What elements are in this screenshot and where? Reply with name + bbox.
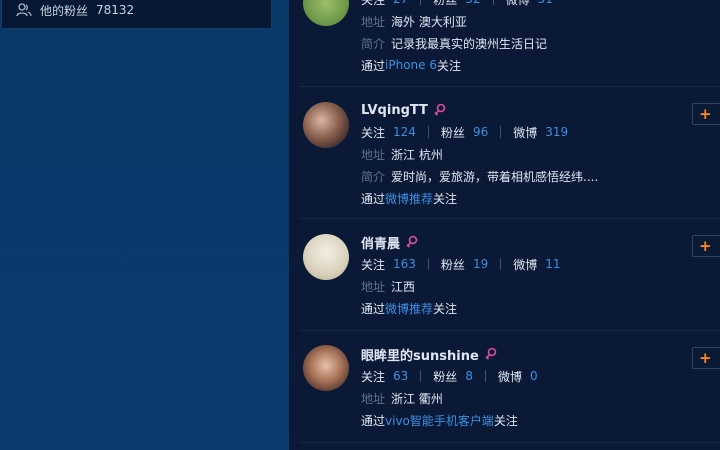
list-item: 关注 27 粉丝 52 微博 51 地址 海外 澳大利亚 简介 记录我最真实的澳… [291,0,720,87]
via-row: 通过 iPhone 6 关注 [361,54,720,76]
divider [492,0,494,5]
plus-icon: + [699,348,712,367]
people-icon [16,3,32,17]
stats-row: 关注 63 粉丝 8 微博 0 [361,365,720,387]
weibo-count[interactable]: 11 [545,257,560,271]
via-prefix: 通过 [361,301,386,316]
address-label: 地址 [361,279,386,294]
stats-row: 关注 163 粉丝 19 微博 11 [361,253,720,275]
bio-label: 简介 [361,169,386,184]
weibo-count[interactable]: 51 [538,0,553,6]
follow-label: 关注 [361,0,385,8]
weibo-label: 微博 [513,125,538,140]
fans-label: 粉丝 [433,369,458,384]
follow-count[interactable]: 124 [393,125,416,139]
weibo-count[interactable]: 0 [530,369,538,383]
address-value: 浙江 杭州 [391,147,443,162]
bio-value: 爱时尚，爱旅游，带着相机感悟经纬.... [391,169,599,184]
fans-nav-item[interactable]: 他的粉丝 78132 [1,0,272,29]
avatar[interactable] [303,345,349,391]
address-row: 地址 江西 [361,275,720,297]
via-row: 通过 微博推荐 关注 [361,187,720,209]
female-icon [406,235,418,249]
address-row: 地址 浙江 衢州 [361,387,720,409]
divider [299,442,720,443]
via-prefix: 通过 [361,58,386,73]
weibo-count[interactable]: 319 [545,125,568,139]
address-label: 地址 [361,147,386,162]
avatar[interactable] [303,102,349,148]
via-prefix: 通过 [361,191,386,206]
left-sidebar: 他的粉丝 78132 [0,0,289,450]
follow-label: 关注 [361,369,386,384]
fans-label: 粉丝 [440,257,465,272]
address-label: 地址 [361,391,386,406]
female-icon [485,347,497,361]
follow-button[interactable]: + [692,235,720,257]
fans-count: 78132 [96,3,135,17]
female-icon [434,103,446,117]
address-value: 海外 澳大利亚 [391,14,467,29]
list-item: 俏青晨 关注 163 粉丝 19 微博 11 地址 江西 通过 微博推荐 关注 … [291,219,720,331]
fans-label: 粉丝 [440,125,465,140]
avatar[interactable] [303,0,349,26]
follow-button[interactable]: + [692,347,720,369]
address-label: 地址 [361,14,386,29]
via-row: 通过 vivo智能手机客户端 关注 [361,409,720,431]
weibo-label: 微博 [497,369,522,384]
follow-label: 关注 [361,125,386,140]
avatar[interactable] [303,234,349,280]
plus-icon: + [699,236,712,255]
divider [427,126,429,138]
fans-label: 粉丝 [433,0,457,8]
follow-count[interactable]: 163 [393,257,416,271]
list-item: LVqingTT 关注 124 粉丝 96 微博 319 地址 浙江 杭州 简介… [291,87,720,219]
stats-row: 关注 124 粉丝 96 微博 319 [361,121,720,143]
via-suffix: 关注 [433,301,458,316]
via-suffix: 关注 [436,58,461,73]
divider [420,0,422,5]
stats-row: 关注 27 粉丝 52 微博 51 [361,0,720,10]
via-row: 通过 微博推荐 关注 [361,297,720,319]
user-name[interactable]: LVqingTT [361,103,428,118]
via-source-link[interactable]: 微博推荐 [385,190,433,207]
user-name[interactable]: 俏青晨 [361,233,400,252]
divider [500,258,502,270]
via-suffix: 关注 [493,413,518,428]
divider [484,370,486,382]
plus-icon: + [699,104,712,123]
bio-label: 简介 [361,36,386,51]
address-row: 地址 浙江 杭州 [361,143,720,165]
fans-count[interactable]: 96 [473,125,488,139]
user-name[interactable]: 眼眸里的sunshine [361,345,479,364]
address-value: 浙江 衢州 [391,391,443,406]
fans-list: 关注 27 粉丝 52 微博 51 地址 海外 澳大利亚 简介 记录我最真实的澳… [291,0,720,450]
via-source-link[interactable]: iPhone 6 [385,58,437,72]
weibo-label: 微博 [513,257,538,272]
address-value: 江西 [391,279,416,294]
fans-count[interactable]: 19 [473,257,488,271]
via-source-link[interactable]: 微博推荐 [385,300,433,317]
divider [500,126,502,138]
list-item: 眼眸里的sunshine 关注 63 粉丝 8 微博 0 地址 浙江 衢州 通过… [291,331,720,443]
fans-count[interactable]: 8 [465,369,473,383]
via-prefix: 通过 [361,413,386,428]
address-row: 地址 海外 澳大利亚 [361,10,720,32]
via-suffix: 关注 [433,191,458,206]
bio-value: 记录我最真实的澳州生活日记 [391,36,548,51]
bio-row: 简介 记录我最真实的澳州生活日记 [361,32,720,54]
fans-count[interactable]: 52 [465,0,480,6]
follow-count[interactable]: 63 [393,369,408,383]
via-source-link[interactable]: vivo智能手机客户端 [385,412,494,429]
divider [427,258,429,270]
fans-label: 他的粉丝 [40,3,89,18]
follow-label: 关注 [361,257,386,272]
follow-button[interactable]: + [692,103,720,125]
bio-row: 简介 爱时尚，爱旅游，带着相机感悟经纬.... [361,165,720,187]
weibo-label: 微博 [506,0,530,8]
follow-count[interactable]: 27 [393,0,408,6]
divider [420,370,422,382]
